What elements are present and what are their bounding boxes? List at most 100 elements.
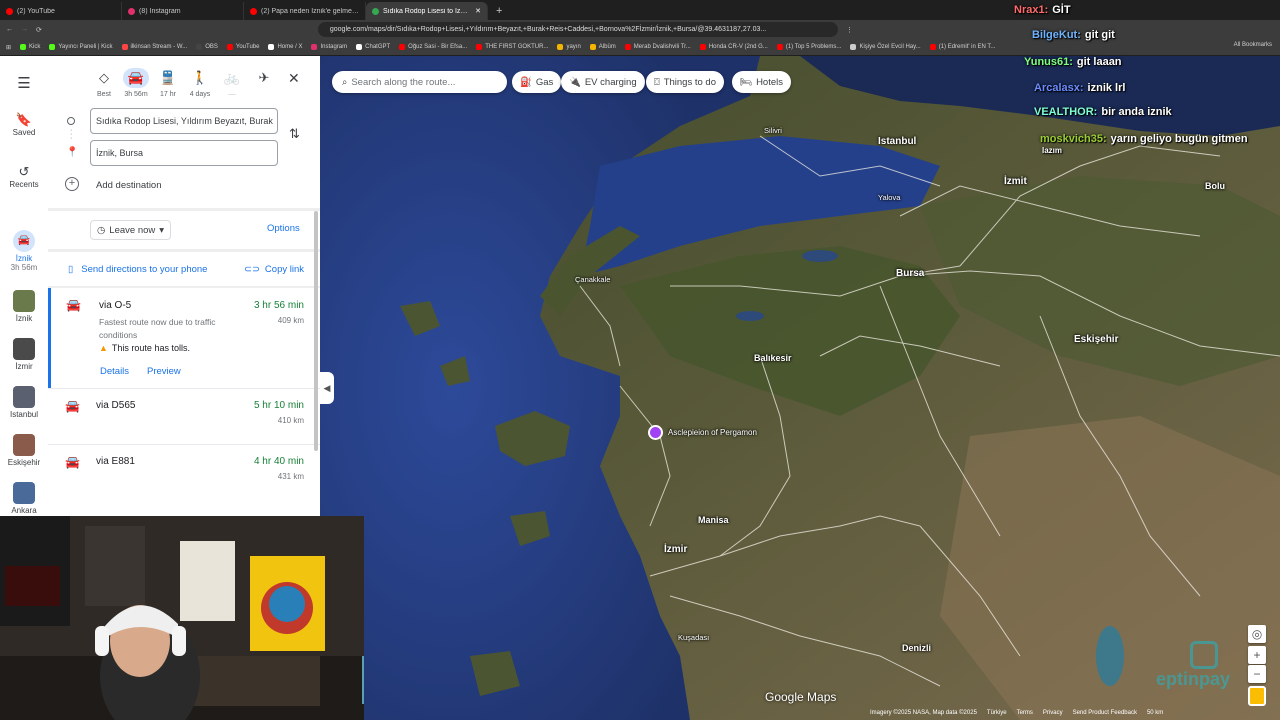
new-tab-button[interactable]: + <box>488 2 510 20</box>
ev-charging-chip[interactable]: 🔌 EV charging <box>561 71 645 93</box>
copy-link-button[interactable]: ⊂⊃ Copy link <box>244 264 304 275</box>
mode-driving[interactable]: 🚘 3h 56m <box>121 68 151 98</box>
destination-input[interactable]: İznik, Bursa <box>90 140 278 166</box>
route-note: Fastest route now due to traffic conditi… <box>99 317 216 340</box>
bookmark-item[interactable]: Albüm <box>589 44 616 50</box>
forward-icon[interactable]: → <box>21 26 28 33</box>
close-tab-icon[interactable]: ✕ <box>475 7 481 15</box>
map-label-bursa[interactable]: Bursa <box>896 268 924 279</box>
recent-iznik-route[interactable]: 🚘 İznik 3h 56m <box>0 230 48 272</box>
bookmark-item[interactable]: ilkinsan Stream - W... <box>121 44 187 50</box>
bookmark-favicon-icon <box>49 44 56 50</box>
place-thumbnail <box>13 338 35 360</box>
bookmark-item[interactable]: ChatGPT <box>356 44 390 50</box>
map-label-silivri[interactable]: Silivri <box>764 126 782 135</box>
bookmark-label: Honda CR-V (2nd G... <box>708 44 768 50</box>
close-directions-button[interactable]: ✕ <box>288 70 300 87</box>
map-label-istanbul[interactable]: Istanbul <box>878 136 916 147</box>
bookmark-item[interactable]: Kişiye Özel Evcil Hay... <box>850 44 921 50</box>
map-label-manisa[interactable]: Manisa <box>698 515 729 525</box>
mode-walking[interactable]: 🚶 4 days <box>185 68 215 98</box>
hotels-chip[interactable]: 🛏 Hotels <box>732 71 791 93</box>
bookmark-label: (1) Edremit' in EN T... <box>938 44 996 50</box>
menu-button[interactable]: ☰ <box>0 74 48 92</box>
bookmark-item[interactable]: (1) Top 5 Problems... <box>776 44 841 50</box>
map-label-kusadasi[interactable]: Kuşadası <box>678 633 709 642</box>
bookmark-favicon-icon <box>268 44 275 50</box>
terms-link[interactable]: Terms <box>1017 710 1033 716</box>
privacy-link[interactable]: Privacy <box>1043 710 1063 716</box>
chat-message: Nrax1: GİT <box>1014 4 1071 16</box>
bookmark-item[interactable]: Oğuz Sasi - Bir Efsa... <box>399 44 467 50</box>
details-link[interactable]: Details <box>100 366 129 377</box>
map-label-balikesir[interactable]: Balıkesir <box>754 353 792 363</box>
mode-best[interactable]: ◇ Best <box>89 68 119 98</box>
mode-flight[interactable]: ✈ <box>249 68 279 91</box>
map-label-yalova[interactable]: Yalova <box>878 193 900 202</box>
map-label-izmit[interactable]: İzmit <box>1004 176 1027 187</box>
mode-transit[interactable]: 🚆 17 hr <box>153 68 183 98</box>
imagery-credit: Imagery ©2025 NASA, Map data ©2025 <box>870 710 977 716</box>
options-button[interactable]: Options <box>267 223 300 234</box>
copy-link-label: Copy link <box>264 264 304 275</box>
stream-chat-overlay: Nrax1: GİT BilgeKut: git git Yunus61: git laa… <box>1010 0 1280 160</box>
route-option[interactable]: 🚘 via E881 4 hr 40 min 431 km <box>48 445 320 500</box>
bookmark-item[interactable]: Instagram <box>311 44 347 50</box>
collapse-panel-button[interactable]: ◀ <box>320 372 334 404</box>
bookmark-label: Kick <box>29 44 41 50</box>
leave-now-dropdown[interactable]: ◷ Leave now ▾ <box>90 220 172 240</box>
bookmark-item[interactable]: yayın <box>557 44 581 50</box>
recent-iznik[interactable]: İznik <box>0 290 48 323</box>
map-label-izmir[interactable]: İzmir <box>664 544 687 555</box>
chat-message: Yunus61: git laaan <box>1024 56 1122 68</box>
bookmark-item[interactable]: Yayıncı Paneli | Kick <box>49 44 113 50</box>
apps-icon[interactable]: ⊞ <box>6 44 11 51</box>
bookmark-item[interactable]: Honda CR-V (2nd G... <box>699 44 768 50</box>
bookmark-item[interactable]: Merab Dvalishvili Tr... <box>624 44 691 50</box>
country-link[interactable]: Türkiye <box>987 710 1007 716</box>
origin-input[interactable]: Sıdıka Rodop Lisesi, Yıldırım Beyazıt, B… <box>90 108 278 134</box>
swap-icon[interactable]: ⇅ <box>289 126 300 142</box>
browser-tab[interactable]: (2) Papa neden İznik'e gelmek istiyo <box>244 2 366 20</box>
panel-scrollbar[interactable] <box>314 211 318 451</box>
add-destination-button[interactable]: Add destination <box>96 180 162 191</box>
extensions-icon[interactable]: ⋮ <box>846 26 853 34</box>
bookmark-item[interactable]: THE FIRST GOKTUR... <box>476 44 548 50</box>
bookmark-favicon-icon <box>226 44 233 50</box>
recent-istanbul[interactable]: Istanbul <box>0 386 48 419</box>
pergamon-pin[interactable] <box>648 425 663 440</box>
mode-cycling[interactable]: 🚲 — <box>217 68 247 98</box>
send-to-phone-link[interactable]: ▯ Send directions to your phone <box>68 264 207 275</box>
map-label-denizli[interactable]: Denizli <box>902 643 931 653</box>
feedback-link[interactable]: Send Product Feedback <box>1073 710 1137 716</box>
back-icon[interactable]: ← <box>6 26 13 33</box>
recents-button[interactable]: ↺ Recents <box>0 164 48 189</box>
browser-tab-active[interactable]: Sıdıka Rodop Lisesi to İznik, Bursa✕ <box>366 2 488 20</box>
bookmark-item[interactable]: (1) Edremit' in EN T... <box>929 44 996 50</box>
reload-icon[interactable]: ⟳ <box>36 26 42 34</box>
saved-button[interactable]: 🔖 Saved <box>0 112 48 137</box>
add-destination-icon[interactable]: + <box>65 177 79 191</box>
map-label-pergamon[interactable]: Asclepieion of Pergamon <box>668 428 757 437</box>
map-label-eskisehir[interactable]: Eskişehir <box>1074 334 1118 345</box>
route-option-selected[interactable]: 🚘 via O-5 3 hr 56 min 409 km Fastest rou… <box>48 288 320 388</box>
bookmark-favicon-icon <box>121 44 128 50</box>
gas-chip[interactable]: ⛽ Gas <box>512 71 562 93</box>
bookmark-item[interactable]: YouTube <box>226 44 259 50</box>
route-option[interactable]: 🚘 via D565 5 hr 10 min 410 km <box>48 389 320 444</box>
bookmark-item[interactable]: Kick <box>20 44 40 50</box>
bookmark-item[interactable]: Home / X <box>268 44 302 50</box>
recent-ankara[interactable]: Ankara <box>0 482 48 515</box>
preview-link[interactable]: Preview <box>147 366 181 377</box>
browser-tab[interactable]: (8) Instagram <box>122 2 244 20</box>
browser-tab[interactable]: (2) YouTube <box>0 2 122 20</box>
bookmark-item[interactable]: OBS <box>196 44 218 50</box>
url-field[interactable]: google.com/maps/dir/Sıdıka+Rodop+Lisesi,… <box>317 22 838 37</box>
map-label-bolu[interactable]: Bolu <box>1205 181 1225 191</box>
google-maps-logo: Google Maps <box>765 690 837 704</box>
search-along-route-input[interactable]: ⌕ Search along the route... <box>332 71 507 93</box>
map-label-canakkale[interactable]: Çanakkale <box>575 275 610 284</box>
recent-eskisehir[interactable]: Eskişehir <box>0 434 48 467</box>
things-to-do-chip[interactable]: ⌼ Things to do <box>646 71 724 93</box>
recent-izmir[interactable]: İzmir <box>0 338 48 371</box>
